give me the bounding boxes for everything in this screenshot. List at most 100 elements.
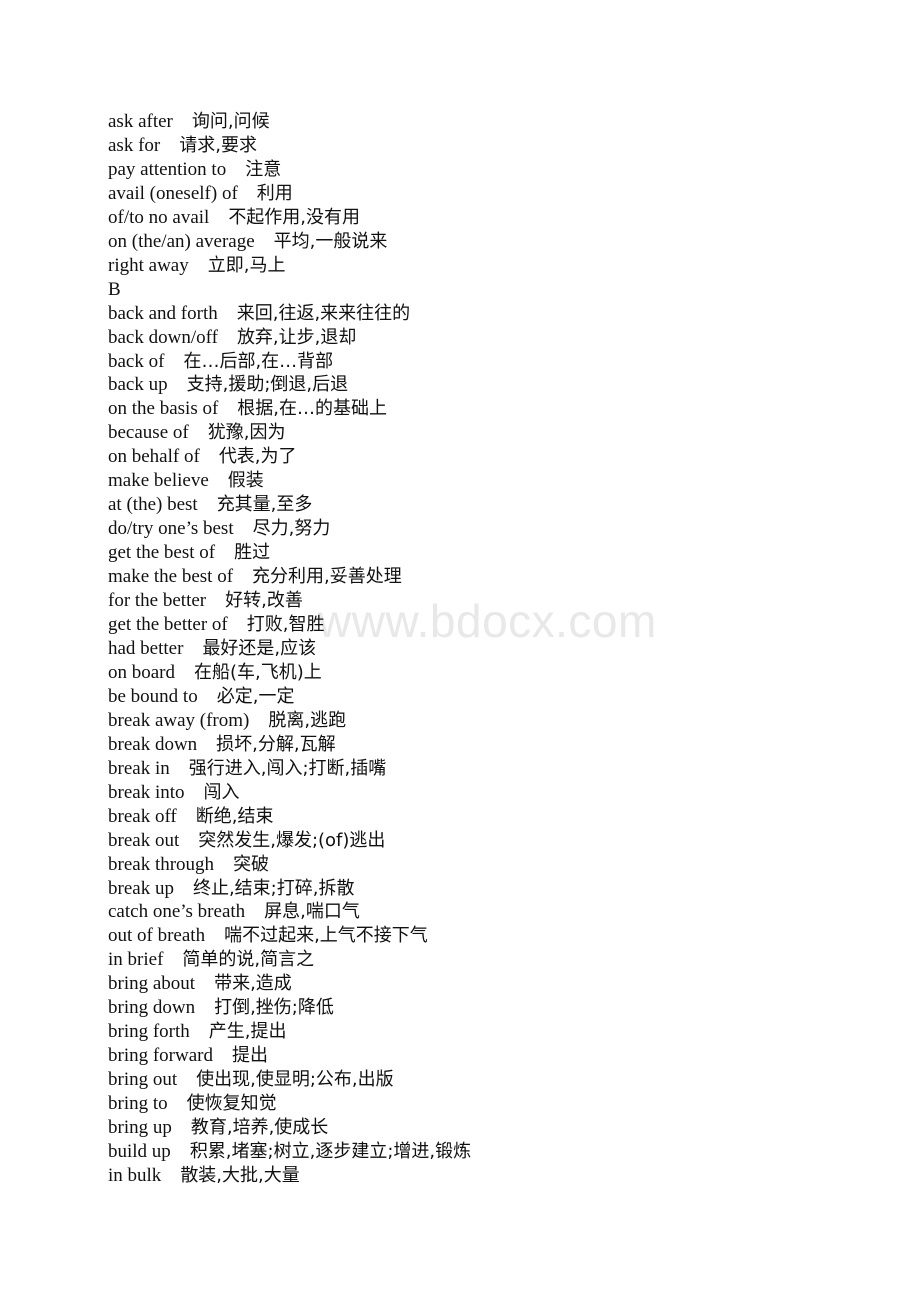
phrase-entry: because of 犹豫,因为	[108, 421, 888, 445]
phrase-gloss: 犹豫,因为	[207, 422, 286, 444]
term-gloss-separator	[249, 710, 268, 731]
phrase-gloss: 脱离,逃跑	[268, 709, 347, 731]
phrase-gloss: 假装	[227, 470, 264, 492]
phrase-term: ask after	[108, 111, 173, 132]
phrase-entry: out of breath 喘不过起来,上气不接下气	[108, 924, 888, 948]
term-gloss-separator	[168, 1093, 187, 1114]
term-gloss-separator	[206, 590, 225, 611]
phrase-term: on the basis of	[108, 398, 219, 420]
phrase-term: in brief	[108, 949, 164, 971]
phrase-term: on behalf of	[108, 446, 200, 468]
phrase-entry: build up 积累,堵塞;树立,逐步建立;增进,锻炼	[108, 1140, 888, 1164]
phrase-gloss: 产生,提出	[208, 1021, 287, 1043]
phrase-entry: ask after 询问,问候	[108, 110, 888, 134]
phrase-entry: break in 强行进入,闯入;打断,插嘴	[108, 757, 888, 781]
phrase-gloss: 提出	[232, 1045, 268, 1067]
phrase-term: at (the) best	[108, 494, 198, 516]
phrase-term: bring down	[108, 997, 196, 1019]
phrase-term: bring up	[108, 1117, 172, 1139]
phrase-entry: make believe 假装	[108, 469, 888, 493]
phrase-gloss: 突然发生,爆发;(of)逃出	[198, 829, 386, 851]
phrase-gloss: 代表,为了	[218, 446, 297, 468]
phrase-term: back down/off	[108, 326, 218, 348]
phrase-term: ask for	[108, 134, 161, 156]
phrase-entry: bring to 使恢复知觉	[108, 1092, 888, 1116]
phrase-gloss: 在船(车,飞机)上	[194, 661, 322, 683]
phrase-entry: back down/off 放弃,让步,退却	[108, 326, 888, 350]
term-gloss-separator	[174, 878, 193, 899]
phrase-term: bring out	[108, 1069, 178, 1091]
phrase-gloss: 尽力,努力	[252, 518, 331, 540]
phrase-term: catch one’s breath	[108, 901, 246, 923]
phrase-entry: break down 损坏,分解,瓦解	[108, 733, 888, 757]
term-gloss-separator	[185, 782, 204, 803]
phrase-gloss: 放弃,让步,退却	[236, 326, 357, 348]
phrase-entry: right away 立即,马上	[108, 254, 888, 278]
phrase-gloss: 充分利用,妥善处理	[252, 566, 402, 588]
phrase-gloss: 使恢复知觉	[186, 1093, 277, 1115]
phrase-term: break through	[108, 853, 215, 875]
phrase-entry: catch one’s breath 屏息,喘口气	[108, 900, 888, 924]
phrase-term: break into	[108, 781, 185, 803]
phrase-term: on (the/an) average	[108, 230, 255, 252]
phrase-term: bring about	[108, 973, 196, 995]
phrase-gloss: 喘不过起来,上气不接下气	[224, 925, 428, 947]
term-gloss-separator	[173, 111, 192, 132]
phrase-entry: do/try one’s best 尽力,努力	[108, 517, 888, 541]
phrase-entry: pay attention to 注意	[108, 158, 888, 182]
phrase-gloss: 闯入	[203, 781, 240, 803]
term-gloss-separator	[177, 806, 196, 827]
phrase-term: bring forth	[108, 1021, 190, 1043]
phrase-term: had better	[108, 637, 184, 659]
phrase-gloss: 不起作用,没有用	[228, 206, 361, 228]
phrase-gloss: 胜过	[234, 542, 271, 564]
phrase-gloss: 请求,要求	[179, 134, 257, 156]
phrase-term: out of breath	[108, 925, 206, 947]
phrase-term: back of	[108, 350, 165, 372]
phrase-entry: for the better 好转,改善	[108, 589, 888, 613]
phrase-gloss: 打倒,挫伤;降低	[214, 997, 334, 1019]
phrase-term: break down	[108, 733, 198, 755]
phrase-entry: bring forth 产生,提出	[108, 1020, 888, 1044]
phrase-gloss: 在…后部,在…背部	[183, 350, 334, 372]
term-gloss-separator	[228, 614, 247, 635]
phrase-gloss: 断绝,结束	[195, 805, 274, 827]
phrase-entry: ask for 请求,要求	[108, 134, 888, 158]
term-gloss-separator	[164, 351, 183, 372]
phrase-term: back and forth	[108, 302, 218, 324]
phrase-entry: on board 在船(车,飞机)上	[108, 661, 888, 685]
phrase-entry: get the better of 打败,智胜	[108, 613, 888, 637]
phrase-gloss: 带来,造成	[214, 973, 292, 995]
term-gloss-separator	[213, 1045, 232, 1066]
phrase-term: make believe	[108, 470, 209, 492]
phrase-entry: get the best of 胜过	[108, 541, 888, 565]
phrase-entry: in brief 简单的说,简言之	[108, 948, 888, 972]
phrase-gloss: 充其量,至多	[216, 494, 313, 516]
phrase-gloss: 最好还是,应该	[202, 637, 317, 659]
phrase-term: right away	[108, 254, 189, 276]
phrase-entry: at (the) best 充其量,至多	[108, 493, 888, 517]
phrase-gloss: 立即,马上	[207, 254, 286, 276]
term-gloss-separator	[195, 997, 214, 1018]
phrase-term: bring forward	[108, 1045, 213, 1067]
term-gloss-separator	[209, 470, 228, 491]
phrase-entry: break up 终止,结束;打碎,拆散	[108, 877, 888, 901]
term-gloss-separator	[198, 494, 217, 515]
phrase-entry: break off 断绝,结束	[108, 805, 888, 829]
phrase-entry: bring out 使出现,使显明;公布,出版	[108, 1068, 888, 1092]
term-gloss-separator	[218, 327, 237, 348]
term-gloss-separator	[171, 1141, 190, 1162]
phrase-entry: had better 最好还是,应该	[108, 637, 888, 661]
phrase-term: in bulk	[108, 1164, 162, 1186]
phrase-entry: make the best of 充分利用,妥善处理	[108, 565, 888, 589]
phrase-entry: break away (from) 脱离,逃跑	[108, 709, 888, 733]
phrase-gloss: 损坏,分解,瓦解	[216, 733, 336, 755]
phrase-entry: in bulk 散装,大批,大量	[108, 1164, 888, 1188]
term-gloss-separator	[245, 901, 264, 922]
phrase-gloss: 来回,往返,来来往往的	[236, 302, 411, 324]
term-gloss-separator	[238, 183, 257, 204]
phrase-gloss: 积累,堵塞;树立,逐步建立;增进,锻炼	[189, 1140, 472, 1162]
phrase-gloss: 注意	[245, 158, 282, 180]
phrase-gloss: 询问,问候	[191, 111, 270, 132]
term-gloss-separator	[175, 662, 194, 683]
